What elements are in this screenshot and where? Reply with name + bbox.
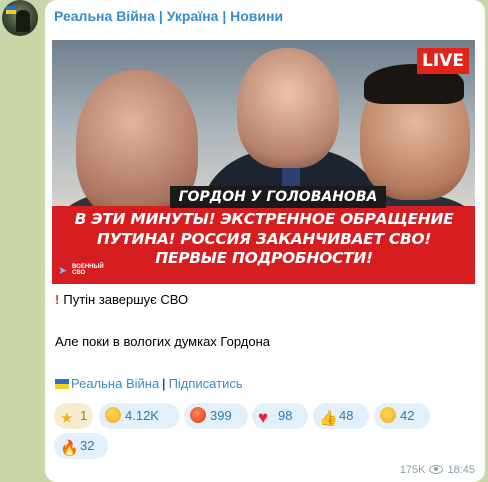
view-count: 175K (399, 464, 426, 476)
ukraine-flag-icon (6, 6, 16, 14)
thumbnail-headline: В ЭТИ МИНУТЫ! ЭКСТРЕННОЕ ОБРАЩЕНИЕ ПУТИН… (58, 210, 470, 269)
reaction-heart[interactable]: ♥ 98 (252, 403, 308, 429)
link-separator: | (162, 376, 166, 391)
message-footer-links: Реальна Війна | Підписатись (55, 376, 243, 391)
center-person-face (237, 48, 339, 168)
thumbs-up-icon: 👍 (319, 410, 338, 427)
reaction-count: 42 (400, 408, 415, 423)
reaction-star[interactable]: ★ 1 (54, 403, 93, 429)
angry-icon (190, 407, 206, 423)
corner-logo-text: ВОЕННЫЙ СВО (72, 264, 104, 276)
headline-line: ПУТИНА! РОССИЯ ЗАКАНЧИВАЕТ СВО! (96, 229, 432, 248)
live-badge: LIVE (417, 48, 469, 74)
grin-icon (105, 407, 121, 423)
channel-title[interactable]: Реальна Війна | Україна | Новини (54, 8, 283, 24)
message-meta: 175K 18:45 (400, 464, 475, 476)
video-thumbnail[interactable]: LIVE ГОРДОН У ГОЛОВАНОВА В ЭТИ МИНУТЫ! Э… (52, 40, 475, 284)
heart-icon: ♥ (258, 408, 269, 427)
reaction-count: 4.12K (125, 408, 159, 423)
headline-line: В ЭТИ МИНУТЫ! ЭКСТРЕННОЕ ОБРАЩЕНИЕ (74, 210, 454, 228)
message-time: 18:45 (447, 464, 475, 476)
reaction-thumbs-up[interactable]: 👍48 (313, 403, 369, 429)
reaction-count: 399 (210, 408, 232, 423)
subscribe-link[interactable]: Підписатись (169, 376, 243, 391)
reaction-grin[interactable]: 4.12K (99, 403, 179, 429)
ukraine-flag-icon (55, 379, 69, 389)
eye-icon (429, 465, 444, 474)
reaction-fire[interactable]: 🔥32 (54, 433, 108, 459)
exclamation-icon: ! (55, 292, 60, 307)
star-icon: ★ (60, 410, 74, 427)
reaction-angry[interactable]: 399 (184, 403, 248, 429)
reaction-count: 32 (80, 438, 95, 453)
message-line-1: ! Путін завершує СВО (55, 292, 188, 307)
crying-icon (380, 407, 396, 423)
message-line-2: Але поки в вологих думках Гордона (55, 334, 270, 349)
telegram-plane-icon: ➤ (58, 265, 68, 277)
soldier-silhouette-icon (16, 10, 30, 32)
message-bubble: Реальна Війна | Україна | Новини LIVE ГО… (45, 0, 485, 482)
reaction-crying[interactable]: 42 (374, 403, 430, 429)
headline-line: ПЕРВЫЕ ПОДРОБНОСТИ! (155, 249, 373, 267)
reaction-count: 1 (80, 408, 88, 423)
message-text: Путін завершує СВО (63, 292, 189, 307)
reaction-count: 98 (278, 408, 293, 423)
fire-icon: 🔥 (60, 440, 79, 457)
channel-link[interactable]: Реальна Війна (71, 376, 159, 391)
corner-logo: ➤ ВОЕННЫЙ СВО (58, 262, 118, 280)
channel-avatar[interactable] (2, 0, 38, 36)
reaction-count: 48 (339, 408, 354, 423)
banner-label: ГОРДОН У ГОЛОВАНОВА (170, 186, 386, 208)
